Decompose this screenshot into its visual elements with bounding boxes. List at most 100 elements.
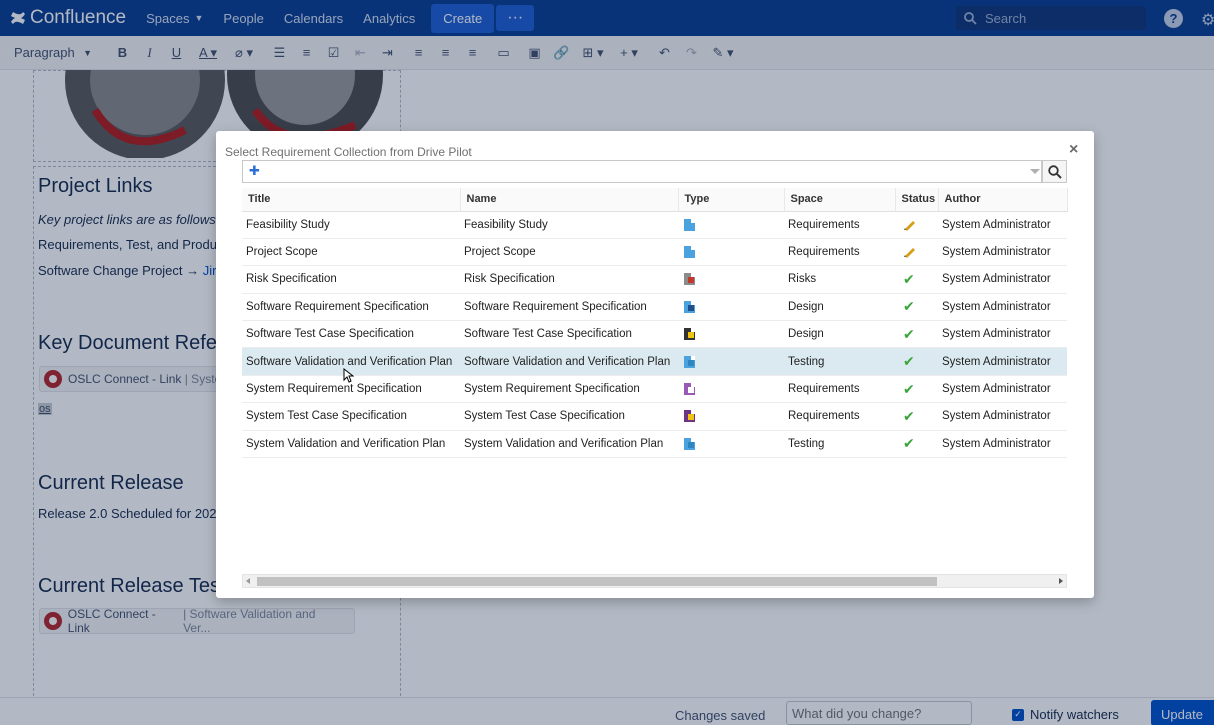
table-row[interactable]: System Requirement Specification System R… <box>242 375 1067 404</box>
document-type-icon <box>684 273 695 286</box>
cell-space: Risks <box>784 265 895 294</box>
cell-name: System Test Case Specification <box>460 402 678 431</box>
cell-type <box>678 265 784 294</box>
cell-status: ✔ <box>895 347 938 376</box>
cell-name: Software Test Case Specification <box>460 320 678 349</box>
cell-author: System Administrator <box>938 293 1067 322</box>
search-button[interactable] <box>1042 160 1067 183</box>
cell-status <box>895 238 938 267</box>
cell-title: System Test Case Specification <box>242 402 460 431</box>
cell-type <box>678 430 784 459</box>
document-type-icon <box>684 437 695 450</box>
chevron-down-icon[interactable] <box>1030 169 1040 174</box>
cell-name: System Requirement Specification <box>460 375 678 404</box>
table-row[interactable]: Project Scope Project Scope Requirements Sy… <box>242 238 1067 267</box>
cell-space: Design <box>784 320 895 349</box>
cell-type <box>678 375 784 404</box>
cell-status: ✔ <box>895 430 938 459</box>
column-header-status[interactable]: Status <box>895 188 939 212</box>
table-header-row: Title Name Type Space Status Author <box>242 188 1068 212</box>
cell-status: ✔ <box>895 402 938 431</box>
cell-name: Project Scope <box>460 238 678 267</box>
table-row[interactable]: Risk Specification Risk Specification Risk… <box>242 265 1067 294</box>
approved-check-icon: ✔ <box>903 270 915 287</box>
cell-type <box>678 211 784 239</box>
approved-check-icon: ✔ <box>903 435 915 452</box>
cell-space: Testing <box>784 347 895 376</box>
approved-check-icon: ✔ <box>903 353 915 370</box>
cell-title: Feasibility Study <box>242 211 460 239</box>
cell-title: Risk Specification <box>242 265 460 294</box>
cell-type <box>678 238 784 267</box>
document-type-icon <box>684 383 695 396</box>
pencil-icon <box>904 248 915 259</box>
table-row[interactable]: System Validation and Verification Plan S… <box>242 430 1067 459</box>
table-row[interactable]: Feasibility Study Feasibility Study Requir… <box>242 211 1067 239</box>
collection-table: Title Name Type Space Status Author Feas… <box>242 188 1068 459</box>
document-type-icon <box>684 355 695 368</box>
cell-space: Testing <box>784 430 895 459</box>
cell-type <box>678 402 784 431</box>
cell-space: Requirements <box>784 375 895 404</box>
cell-name: Risk Specification <box>460 265 678 294</box>
pencil-icon <box>904 220 915 231</box>
dialog-title: Select Requirement Collection from Drive… <box>225 145 472 159</box>
cell-status: ✔ <box>895 293 938 322</box>
approved-check-icon: ✔ <box>903 298 915 315</box>
approved-check-icon: ✔ <box>903 325 915 342</box>
table-row[interactable]: Software Validation and Verification Pla… <box>242 347 1067 376</box>
close-icon[interactable]: × <box>1069 142 1078 158</box>
cell-type <box>678 320 784 349</box>
collection-search-input[interactable]: ✚ <box>242 160 1042 183</box>
column-header-name[interactable]: Name <box>460 188 679 212</box>
mouse-cursor-icon <box>343 368 354 383</box>
column-header-author[interactable]: Author <box>938 188 1068 212</box>
scrollbar-thumb[interactable] <box>257 577 937 586</box>
horizontal-scrollbar[interactable] <box>242 574 1067 588</box>
document-type-icon <box>684 246 695 259</box>
add-icon: ✚ <box>249 163 260 178</box>
cell-author: System Administrator <box>938 375 1067 404</box>
cell-title: Project Scope <box>242 238 460 267</box>
column-header-type[interactable]: Type <box>678 188 785 212</box>
cell-author: System Administrator <box>938 402 1067 431</box>
cell-name: System Validation and Verification Plan <box>460 430 678 459</box>
cell-space: Requirements <box>784 211 895 239</box>
document-type-icon <box>684 410 695 423</box>
cell-status: ✔ <box>895 320 938 349</box>
cell-author: System Administrator <box>938 265 1067 294</box>
table-row[interactable]: System Test Case Specification System Tes… <box>242 402 1067 431</box>
document-type-icon <box>684 300 695 313</box>
document-type-icon <box>684 218 695 231</box>
cell-author: System Administrator <box>938 320 1067 349</box>
search-icon <box>1047 164 1062 179</box>
cell-status <box>895 211 938 239</box>
cell-name: Software Requirement Specification <box>460 293 678 322</box>
cell-space: Design <box>784 293 895 322</box>
scroll-left-icon[interactable] <box>246 578 250 584</box>
cell-title: Software Test Case Specification <box>242 320 460 349</box>
cell-author: System Administrator <box>938 430 1067 459</box>
scroll-right-icon[interactable] <box>1059 578 1063 584</box>
cell-status: ✔ <box>895 265 938 294</box>
cell-type <box>678 293 784 322</box>
cell-name: Software Validation and Verification Pla… <box>460 347 678 376</box>
approved-check-icon: ✔ <box>903 380 915 397</box>
cell-author: System Administrator <box>938 211 1067 239</box>
table-row[interactable]: Software Requirement Specification Softwa… <box>242 293 1067 322</box>
cell-title: System Validation and Verification Plan <box>242 430 460 459</box>
table-row[interactable]: Software Test Case Specification Software… <box>242 320 1067 349</box>
cell-status: ✔ <box>895 375 938 404</box>
requirement-collection-dialog: Select Requirement Collection from Drive… <box>216 131 1094 598</box>
cell-author: System Administrator <box>938 238 1067 267</box>
cell-title: Software Requirement Specification <box>242 293 460 322</box>
cell-name: Feasibility Study <box>460 211 678 239</box>
approved-check-icon: ✔ <box>903 407 915 424</box>
document-type-icon <box>684 328 695 341</box>
column-header-space[interactable]: Space <box>784 188 896 212</box>
cell-space: Requirements <box>784 238 895 267</box>
cell-author: System Administrator <box>938 347 1067 376</box>
column-header-title[interactable]: Title <box>242 188 461 212</box>
cell-type <box>678 347 784 376</box>
cell-space: Requirements <box>784 402 895 431</box>
